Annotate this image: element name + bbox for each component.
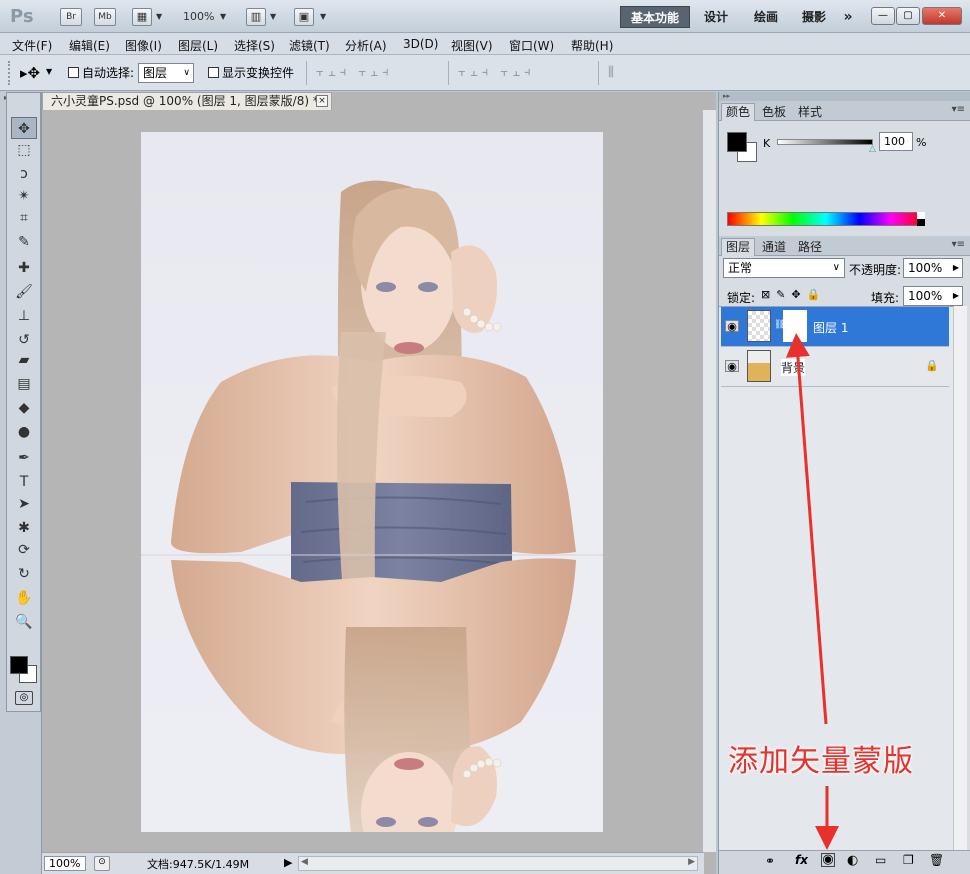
- foreground-color-swatch[interactable]: [727, 132, 747, 152]
- annotation-arrow-up: [785, 333, 828, 725]
- foreground-color-tool[interactable]: [10, 656, 28, 674]
- annotation-label: 添加矢量蒙版: [728, 744, 914, 779]
- photoshop-window: Ps Br Mb ▦ ▼ 100% ▼ ▥ ▼ ▣ ▼ 基本功能 设计 绘画 摄影 »…: [0, 0, 970, 874]
